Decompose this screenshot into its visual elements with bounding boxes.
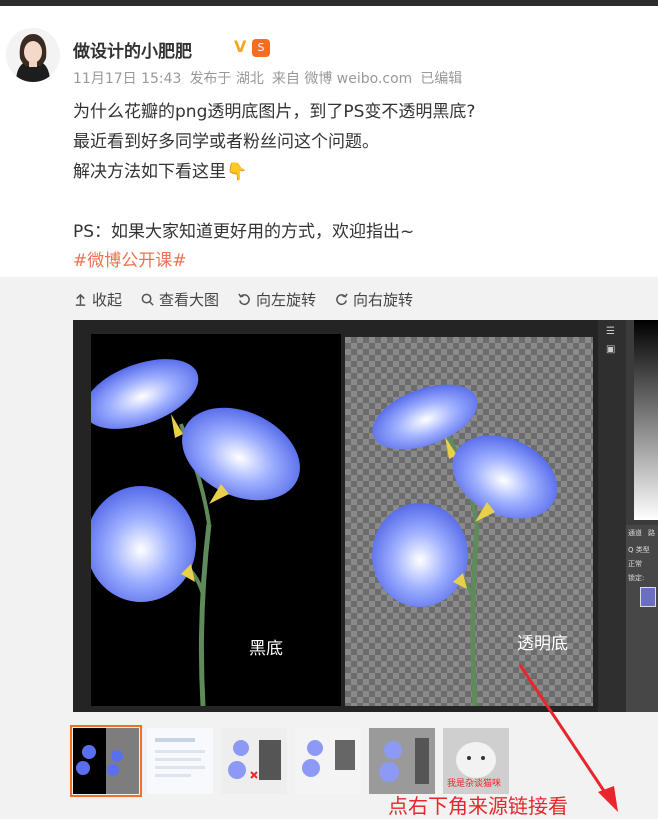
edited-label[interactable]: 已编辑 [420,71,462,87]
blend-mode[interactable]: 正常 [628,559,642,569]
thumbnail-5[interactable] [369,728,435,794]
level-badge-icon: S [252,39,270,57]
tab-channels[interactable]: 通道 [628,528,642,538]
thumbnail-4[interactable] [295,728,361,794]
post-line-2: 最近看到好多同学或者粉丝问这个问题。 [73,132,379,152]
post-line-4: PS：如果大家知道更好用的方式，欢迎指出~ [73,222,415,242]
hashtag-link[interactable]: #微博公开课# [73,246,187,271]
rotate-right-label: 向右旋转 [353,291,414,309]
rotate-left-icon [238,293,250,306]
panel-menu-icon[interactable]: ☰ [606,326,615,337]
tab-paths[interactable]: 路 [648,528,655,538]
thumbnail-3[interactable] [221,728,287,794]
flower-illustration-black: 黑底 [91,359,300,706]
panel-toggle-icon[interactable]: ▣ [606,344,615,355]
post-location: 发布于 湖北 [189,71,264,87]
lock-label: 锁定: [628,574,645,582]
ps-toolstrip: ☰ ▣ [598,320,626,712]
layer-filter[interactable]: Q 类型 [628,545,650,555]
search-icon [141,293,154,306]
layer-thumbnail[interactable] [640,587,656,607]
thumbnail-1[interactable] [70,725,142,797]
avatar[interactable] [6,28,60,82]
rotate-left-label: 向左旋转 [256,291,317,309]
post-line-1: 为什么花瓣的png透明底图片，到了PS变不透明黑底? [73,102,476,122]
view-large-button[interactable]: 查看大图 [140,289,219,310]
annotation-text: 点右下角来源链接看 [388,794,568,818]
collapse-button[interactable]: 收起 [73,289,122,310]
username[interactable]: 做设计的小肥肥 [73,37,192,62]
flower-illustration-transparent: 透明底 [372,384,568,706]
thumbnail-6[interactable]: 我是杂谈猫咪 [443,728,509,794]
rotate-right-button[interactable]: 向右旋转 [334,289,413,310]
thumbnail-2[interactable] [147,728,213,794]
upload-icon [75,293,86,306]
collapse-label: 收起 [92,291,123,309]
post-date[interactable]: 11月17日 15:43 [73,71,181,87]
thumbnail-caption: 我是杂谈猫咪 [447,779,502,789]
rotate-right-icon [336,293,348,306]
color-gradient [634,320,658,520]
view-large-label: 查看大图 [159,291,220,309]
image-toolbar: 收起 查看大图 向左旋转 向右旋转 [73,289,413,310]
verified-icon: V [234,37,247,56]
thumbnail-strip: 我是杂谈猫咪 [70,725,509,797]
black-label: 黑底 [249,639,283,659]
rotate-left-button[interactable]: 向左旋转 [237,289,316,310]
transparent-label: 透明底 [517,634,568,654]
post-source[interactable]: 来自 微博 weibo.com [272,71,412,87]
post-meta: 11月17日 15:43 发布于 湖北 来自 微博 weibo.com 已编辑 [73,68,470,88]
top-bar [0,0,658,6]
post-line-3: 解决方法如下看这里👇 [73,162,248,182]
